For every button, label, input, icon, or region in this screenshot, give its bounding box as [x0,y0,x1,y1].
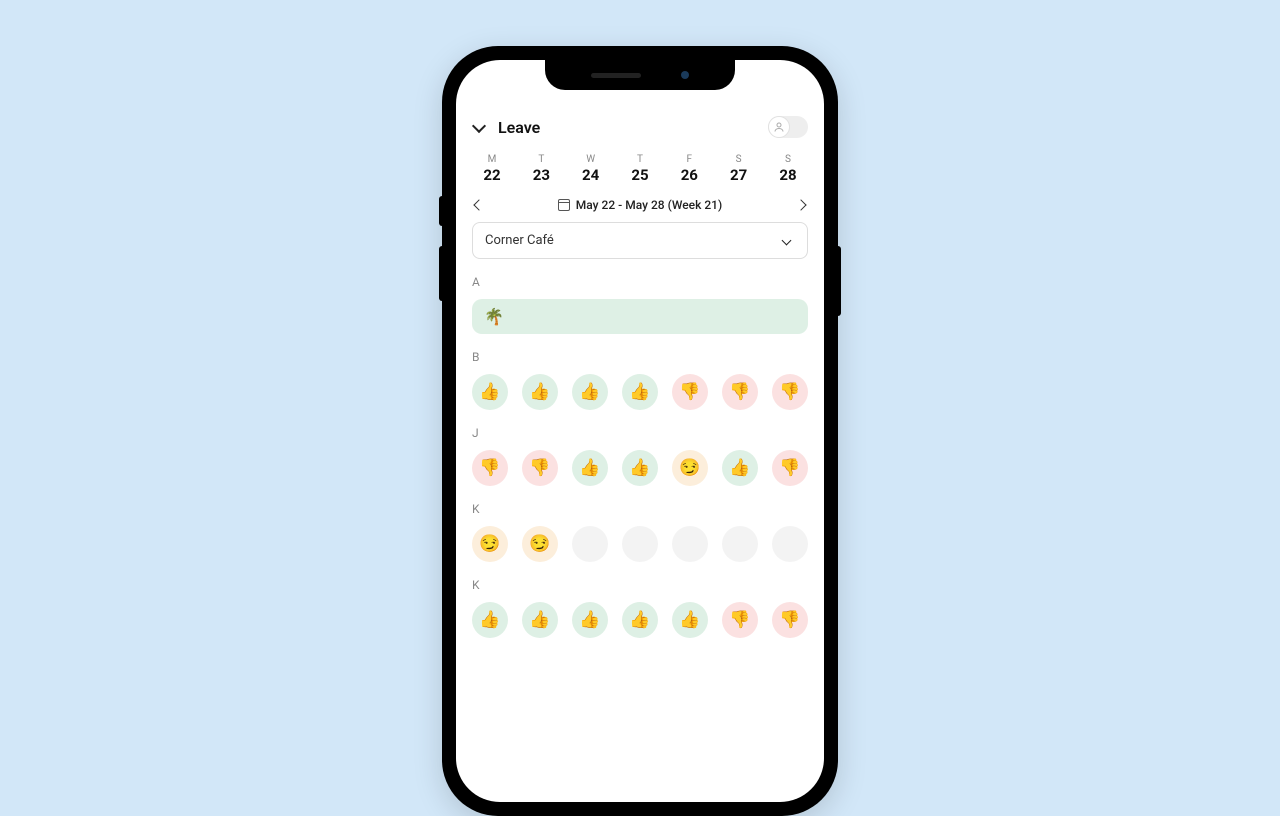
day-number: 25 [622,166,658,184]
day-number: 26 [671,166,707,184]
availability-cell-down[interactable]: 👎 [772,602,808,638]
availability-cell-down[interactable]: 👎 [772,450,808,486]
chevron-down-icon [781,234,795,248]
phone-screen: Leave M22T23W24T25F26S27S28 May 22 [456,60,824,802]
notch [545,60,735,90]
day-letter: S [721,154,757,165]
day-letter: F [671,154,707,165]
day-column[interactable]: M22 [474,154,510,184]
day-letter: S [770,154,806,165]
day-column[interactable]: T23 [523,154,559,184]
header-dropdown-icon[interactable] [472,120,486,134]
next-week-button[interactable] [794,198,808,212]
availability-cell-up[interactable]: 👍 [472,374,508,410]
availability-cell-empty[interactable] [572,526,608,562]
location-select[interactable]: Corner Café [472,222,808,259]
availability-cell-down[interactable]: 👎 [672,374,708,410]
user-toggle[interactable] [768,116,808,138]
employee-initial: B [472,350,808,364]
day-letter: M [474,154,510,165]
availability-cell-down[interactable]: 👎 [522,450,558,486]
day-column[interactable]: S27 [721,154,757,184]
availability-cell-up[interactable]: 👍 [572,374,608,410]
availability-row: 👍 👍 👍 👍 👍 👎 👎 [472,602,808,638]
day-column[interactable]: T25 [622,154,658,184]
week-range-label: May 22 - May 28 (Week 21) [576,198,722,212]
availability-cell-up[interactable]: 👍 [722,450,758,486]
calendar-icon [558,199,570,211]
availability-cell-up[interactable]: 👍 [672,602,708,638]
availability-cell-down[interactable]: 👎 [472,450,508,486]
day-letter: T [523,154,559,165]
location-select-value: Corner Café [485,233,554,248]
availability-cell-empty[interactable] [622,526,658,562]
employee-initial: K [472,502,808,516]
availability-row: 👎 👎 👍 👍 😏 👍 👎 [472,450,808,486]
availability-cell-up[interactable]: 👍 [522,602,558,638]
user-icon [768,116,790,138]
day-column[interactable]: S28 [770,154,806,184]
day-column[interactable]: F26 [671,154,707,184]
availability-cell-empty[interactable] [672,526,708,562]
prev-week-button[interactable] [472,198,486,212]
availability-cell-up[interactable]: 👍 [472,602,508,638]
employee-initial: K [472,578,808,592]
availability-cell-up[interactable]: 👍 [622,450,658,486]
week-navigator: May 22 - May 28 (Week 21) [472,194,808,222]
day-number: 24 [573,166,609,184]
app-header: Leave [472,110,808,152]
day-number: 28 [770,166,806,184]
day-number: 22 [474,166,510,184]
day-number: 27 [721,166,757,184]
leave-bar[interactable]: 🌴 [472,299,808,334]
availability-cell-maybe[interactable]: 😏 [472,526,508,562]
availability-cell-up[interactable]: 👍 [622,602,658,638]
employee-initial: J [472,426,808,440]
week-day-header: M22T23W24T25F26S27S28 [472,152,808,194]
phone-frame: Leave M22T23W24T25F26S27S28 May 22 [442,46,838,816]
employee-initial: A [472,275,808,289]
day-number: 23 [523,166,559,184]
availability-cell-down[interactable]: 👎 [772,374,808,410]
availability-cell-down[interactable]: 👎 [722,374,758,410]
availability-cell-maybe[interactable]: 😏 [672,450,708,486]
availability-cell-maybe[interactable]: 😏 [522,526,558,562]
availability-row: 👍 👍 👍 👍 👎 👎 👎 [472,374,808,410]
availability-cell-down[interactable]: 👎 [722,602,758,638]
availability-cell-up[interactable]: 👍 [622,374,658,410]
day-letter: W [573,154,609,165]
availability-cell-up[interactable]: 👍 [572,450,608,486]
availability-cell-up[interactable]: 👍 [572,602,608,638]
page-title: Leave [498,118,540,137]
availability-cell-empty[interactable] [772,526,808,562]
availability-cell-empty[interactable] [722,526,758,562]
day-letter: T [622,154,658,165]
day-column[interactable]: W24 [573,154,609,184]
availability-cell-up[interactable]: 👍 [522,374,558,410]
availability-row: 😏😏 [472,526,808,562]
